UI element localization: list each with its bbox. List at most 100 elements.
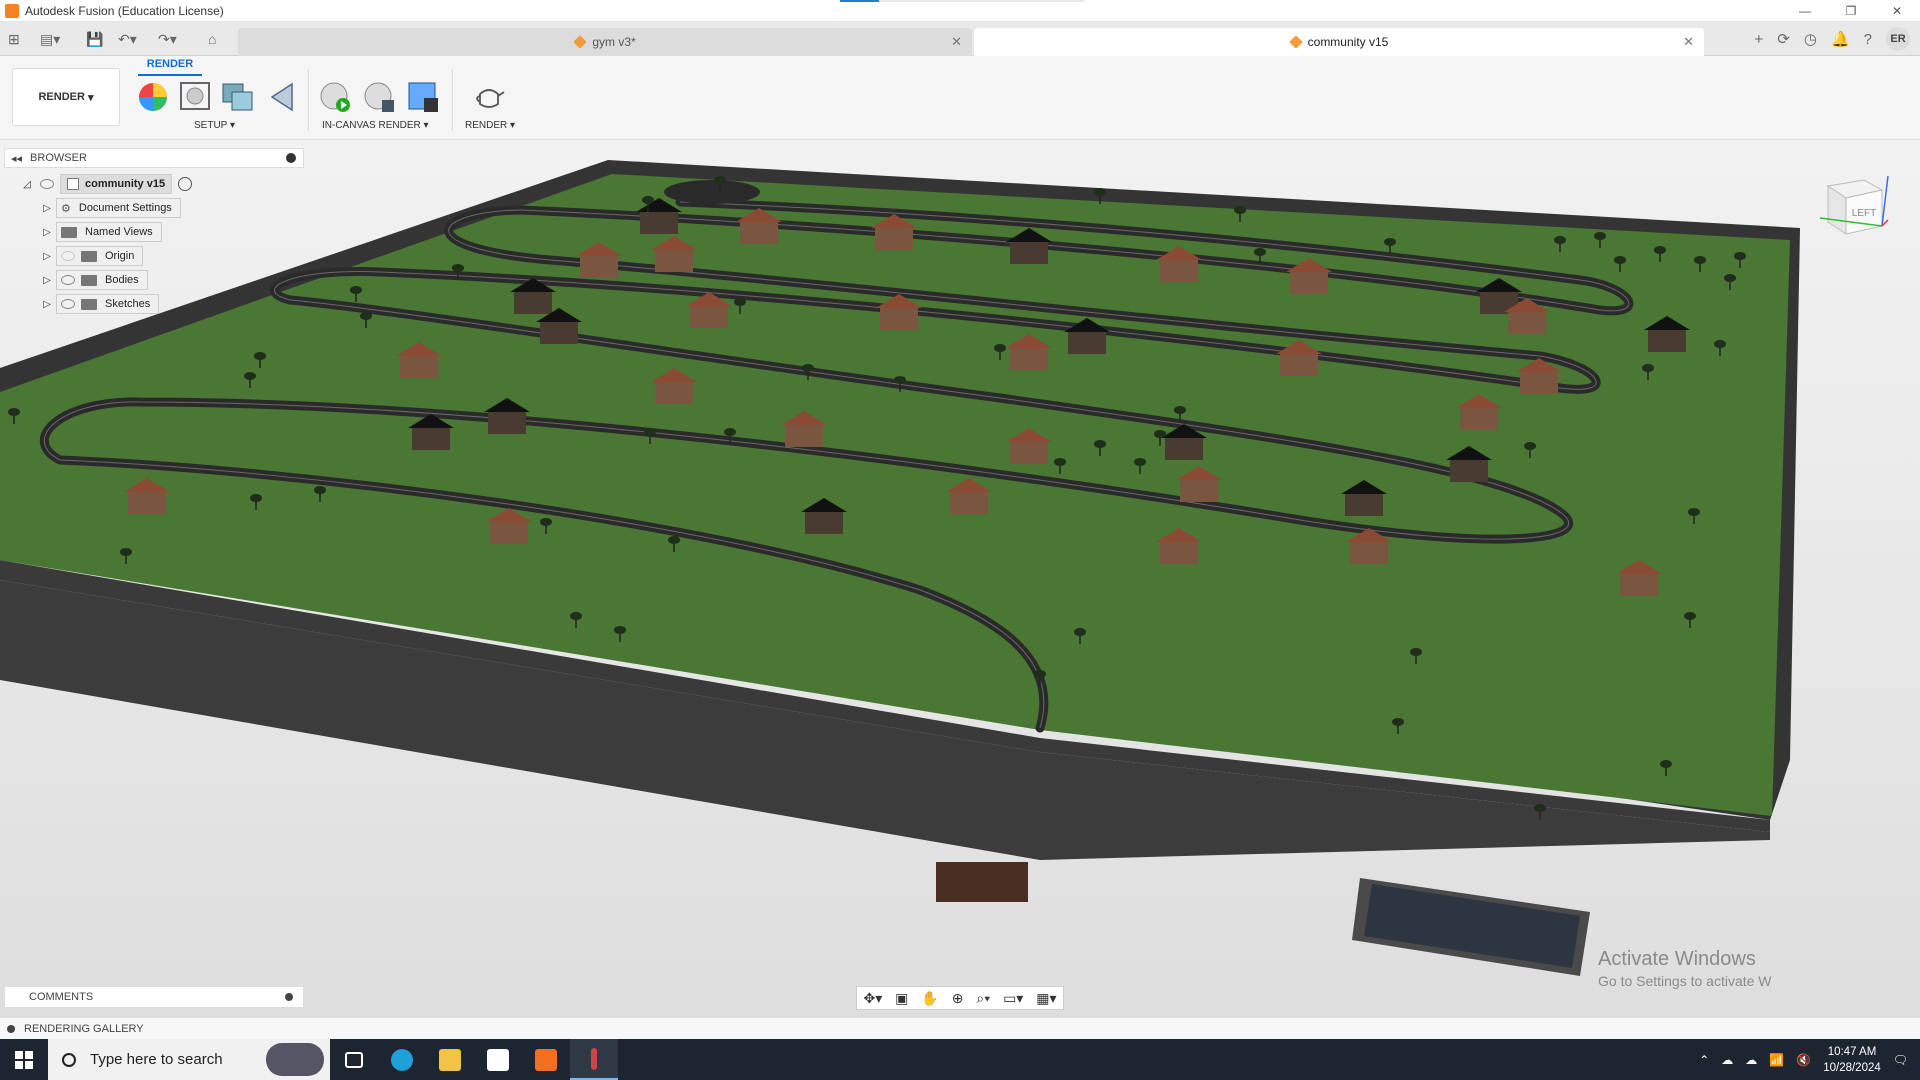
appearance-icon[interactable] — [136, 80, 170, 114]
navigation-toolbar: ✥▾ ▣ ✋ ⊕ ⌕▾ ▭▾ ▦▾ — [856, 986, 1064, 1010]
home-icon[interactable]: ⌂ — [208, 22, 216, 56]
extensions-icon[interactable]: ⟳ — [1777, 30, 1790, 48]
tree-node-bodies[interactable]: ▷ Bodies — [4, 268, 304, 292]
group-label-render[interactable]: RENDER ▾ — [465, 120, 515, 131]
avatar[interactable]: ER — [1886, 27, 1910, 51]
app-grid-icon[interactable]: ⊞ — [8, 22, 20, 56]
network-icon[interactable]: 📶 — [1769, 1053, 1784, 1067]
tree-node-origin[interactable]: ▷ Origin — [4, 244, 304, 268]
in-canvas-render-icon[interactable] — [318, 80, 352, 114]
workspace-label: RENDER — [38, 91, 85, 103]
fusion-app-icon — [5, 3, 19, 18]
scene-settings-icon[interactable] — [178, 80, 212, 114]
z-axis — [1881, 175, 1889, 227]
node-label-box[interactable]: Origin — [56, 246, 144, 266]
orbit-icon[interactable]: ✥▾ — [863, 990, 882, 1007]
tree-node-document-settings[interactable]: ▷ ⚙ Document Settings — [4, 196, 304, 220]
collapse-triangle-icon[interactable]: ◿ — [18, 179, 36, 190]
clock[interactable]: 10:47 AM 10/28/2024 — [1823, 1044, 1881, 1076]
tab-label: community v15 — [1307, 35, 1389, 49]
tree-root-node[interactable]: ◿ community v15 — [4, 172, 304, 196]
show-hidden-icons-chevron-icon[interactable]: ⌃ — [1699, 1053, 1709, 1067]
node-label: Origin — [105, 250, 135, 262]
visibility-eye-icon[interactable] — [40, 179, 54, 189]
file-menu-icon[interactable]: ▤▾ — [40, 22, 60, 56]
capture-image-icon[interactable] — [406, 80, 440, 114]
grid-settings-icon[interactable]: ▦▾ — [1036, 990, 1056, 1007]
viewcube[interactable]: LEFT — [1818, 168, 1890, 240]
title-bar: Autodesk Fusion (Education License) — ❐ … — [0, 0, 1920, 22]
expand-triangle-icon[interactable]: ▷ — [38, 227, 56, 238]
close-tab-icon[interactable]: ✕ — [1683, 34, 1694, 50]
node-label-box[interactable]: Sketches — [56, 294, 160, 314]
fit-window-icon[interactable]: ⌕▾ — [976, 990, 990, 1007]
rendering-gallery-bar[interactable]: RENDERING GALLERY — [0, 1017, 1920, 1039]
close-tab-icon[interactable]: ✕ — [951, 34, 962, 50]
comments-panel[interactable]: COMMENTS — [4, 986, 304, 1008]
look-at-icon[interactable]: ▣ — [895, 990, 908, 1007]
texture-map-icon[interactable] — [220, 80, 254, 114]
workspace-switcher[interactable]: RENDER ▾ — [12, 68, 120, 126]
notifications-icon[interactable]: 🗨 — [1893, 1053, 1908, 1067]
tree-node-sketches[interactable]: ▷ Sketches — [4, 292, 304, 316]
system-tray: ⌃ ☁ ☁ 📶 🔇 10:47 AM 10/28/2024 🗨 — [1699, 1039, 1920, 1080]
onedrive-icon[interactable]: ☁ — [1721, 1053, 1733, 1067]
in-canvas-settings-icon[interactable] — [362, 80, 396, 114]
divider — [452, 70, 453, 130]
edge-browser-icon[interactable] — [378, 1039, 426, 1080]
render-teapot-icon[interactable] — [472, 80, 506, 114]
start-button[interactable] — [0, 1039, 48, 1080]
tree-node-named-views[interactable]: ▷ Named Views — [4, 220, 304, 244]
windows-taskbar: Type here to search ⌃ ☁ ☁ 📶 🔇 10:47 AM 1… — [0, 1039, 1920, 1080]
microsoft-store-icon[interactable] — [474, 1039, 522, 1080]
hidden-eye-icon[interactable] — [61, 251, 75, 261]
pan-hand-icon[interactable]: ✋ — [921, 990, 938, 1007]
document-tab-bar: ⊞ ▤▾ 💾 ↶▾ ↷▾ ⌂ gym v3* ✕ community v15 ✕… — [0, 22, 1920, 56]
expand-triangle-icon[interactable]: ▷ — [38, 251, 56, 262]
undo-icon[interactable]: ↶▾ — [118, 22, 137, 56]
help-icon[interactable]: ? — [1864, 31, 1872, 48]
visibility-eye-icon[interactable] — [61, 299, 75, 309]
tab-gym-v3[interactable]: gym v3* ✕ — [238, 28, 972, 56]
decal-icon[interactable] — [266, 80, 300, 114]
browser-header[interactable]: ◂◂ BROWSER — [4, 148, 304, 168]
notifications-bell-icon[interactable]: 🔔 — [1831, 30, 1850, 48]
tab-render[interactable]: RENDER — [138, 58, 202, 76]
close-window-button[interactable]: ✕ — [1874, 0, 1920, 22]
restore-button[interactable]: ❐ — [1828, 0, 1874, 22]
redo-icon[interactable]: ↷▾ — [158, 22, 177, 56]
new-tab-icon[interactable]: + — [1755, 31, 1764, 48]
fusion-taskbar-icon[interactable] — [522, 1039, 570, 1080]
taskbar-search-box[interactable]: Type here to search — [48, 1039, 330, 1080]
design-cube-icon — [573, 35, 588, 49]
roundabout — [664, 180, 760, 204]
group-label-in-canvas-render[interactable]: IN-CANVAS RENDER ▾ — [322, 120, 429, 131]
task-view-icon[interactable] — [330, 1039, 378, 1080]
activate-radio-icon[interactable] — [178, 177, 193, 191]
component-icon — [67, 178, 79, 190]
gallery-toggle-icon[interactable] — [7, 1024, 15, 1033]
expand-triangle-icon[interactable]: ▷ — [38, 203, 56, 214]
node-label-box[interactable]: ⚙ Document Settings — [56, 198, 181, 218]
visibility-eye-icon[interactable] — [61, 275, 75, 285]
expand-triangle-icon[interactable]: ▷ — [38, 299, 56, 310]
onedrive-secondary-icon[interactable]: ☁ — [1745, 1053, 1757, 1067]
active-app-icon[interactable] — [570, 1039, 618, 1080]
expand-triangle-icon[interactable]: ▷ — [38, 275, 56, 286]
display-settings-icon[interactable]: ▭▾ — [1003, 990, 1023, 1007]
node-label: Sketches — [105, 298, 151, 310]
group-label-setup[interactable]: SETUP ▾ — [194, 120, 235, 131]
collapse-panel-icon[interactable]: ◂◂ — [11, 152, 22, 165]
zoom-icon[interactable]: ⊕ — [952, 990, 964, 1007]
add-comment-icon[interactable] — [285, 993, 293, 1001]
save-icon[interactable]: 💾 — [86, 22, 103, 56]
tab-community-v15[interactable]: community v15 ✕ — [974, 28, 1704, 56]
minimize-button[interactable]: — — [1782, 0, 1828, 22]
volume-muted-icon[interactable]: 🔇 — [1796, 1053, 1811, 1067]
node-label-box[interactable]: Named Views — [56, 222, 162, 242]
job-status-icon[interactable]: ◷ — [1804, 30, 1817, 48]
component-label[interactable]: community v15 — [60, 174, 173, 194]
node-label-box[interactable]: Bodies — [56, 270, 148, 290]
file-explorer-icon[interactable] — [426, 1039, 474, 1080]
pin-icon[interactable] — [286, 153, 296, 163]
